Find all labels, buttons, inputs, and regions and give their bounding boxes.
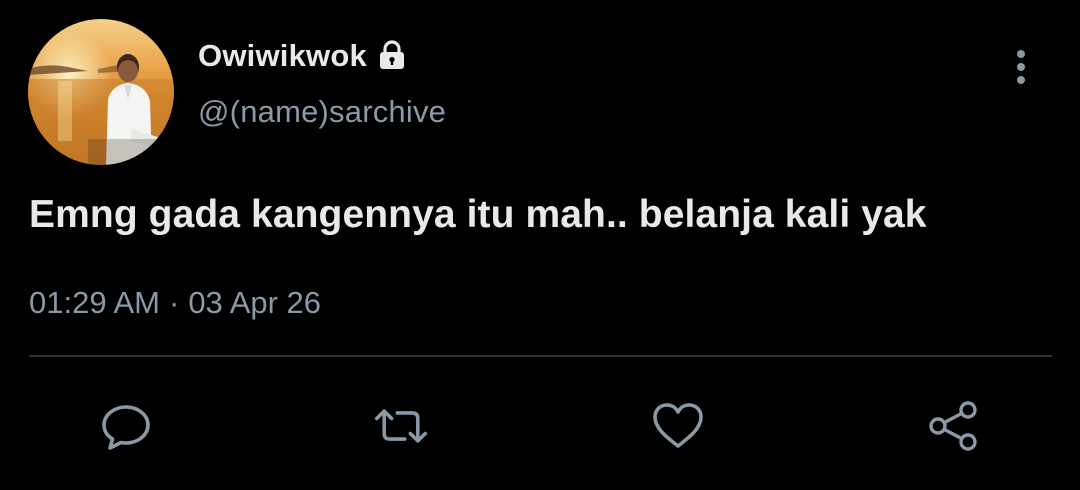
divider	[29, 355, 1052, 357]
retweet-icon	[374, 409, 428, 443]
user-handle[interactable]: @(name)sarchive	[198, 94, 446, 130]
tweet-time: 01:29 AM	[29, 285, 160, 320]
retweet-button[interactable]	[373, 398, 429, 454]
share-button[interactable]	[926, 398, 982, 454]
like-button[interactable]	[650, 398, 706, 454]
tweet: Owiwikwok @(name)sarchive Emng gada kang…	[0, 0, 1080, 490]
reply-button[interactable]	[98, 398, 154, 454]
tweet-date: 03 Apr 26	[188, 285, 322, 320]
display-name[interactable]: Owiwikwok	[198, 38, 367, 74]
like-icon	[653, 403, 703, 448]
reply-icon	[102, 405, 150, 450]
more-vertical-icon-dot	[1017, 63, 1025, 71]
lock-icon	[375, 39, 409, 73]
meta-separator: ·	[168, 285, 180, 320]
avatar-image	[28, 19, 174, 165]
display-name-row: Owiwikwok	[198, 36, 409, 76]
tweet-meta: 01:29 AM · 03 Apr 26	[29, 285, 321, 321]
avatar[interactable]	[28, 19, 174, 165]
more-options-button[interactable]	[1000, 44, 1042, 90]
share-icon	[929, 401, 977, 451]
more-vertical-icon-dot	[1017, 76, 1025, 84]
tweet-text: Emng gada kangennya itu mah.. belanja ka…	[29, 193, 927, 236]
more-vertical-icon	[1017, 50, 1025, 58]
